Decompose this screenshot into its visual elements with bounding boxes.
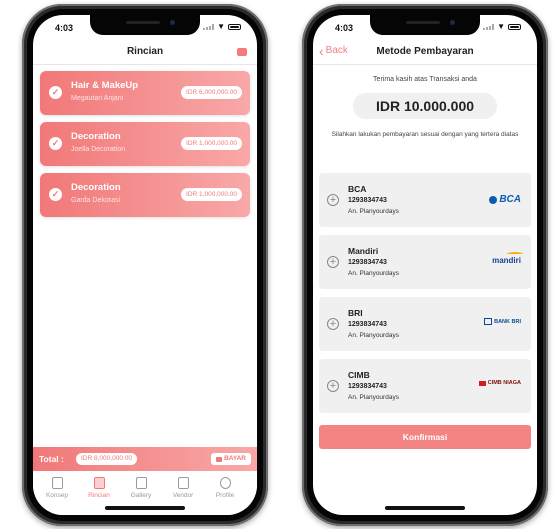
notch xyxy=(90,15,200,35)
bank-logo-text: CIMB NIAGA xyxy=(487,380,521,386)
tab-label: Konsep xyxy=(45,492,69,499)
bri-logo: BANK BRI xyxy=(484,318,521,325)
bank-option-bri[interactable]: + BRI 1293834743 An. Planyourdays BANK B… xyxy=(319,297,531,351)
book-icon xyxy=(51,477,63,489)
expand-plus-icon[interactable]: + xyxy=(327,318,339,330)
total-value: IDR 8,000,000.00 xyxy=(76,453,137,465)
trash-icon xyxy=(177,477,189,489)
thanks-text: Terima kasih atas Transaksi anda xyxy=(373,76,477,83)
bca-logo: BCA xyxy=(489,194,521,205)
pay-button[interactable]: BAYAR xyxy=(211,453,251,465)
item-price: IDR 6,000,000.00 xyxy=(181,86,242,99)
bank-logo-text: BANK BRI xyxy=(494,318,521,325)
bank-name: CIMB xyxy=(348,370,370,380)
item-vendor: Megautari Anjani xyxy=(71,95,124,102)
tab-konsep[interactable]: Konsep xyxy=(35,477,79,499)
expand-plus-icon[interactable]: + xyxy=(327,256,339,268)
phone-metode-pembayaran: 4:03 ▼ ‹ Back Metode Pembayaran Terima k… xyxy=(302,4,548,526)
battery-icon xyxy=(508,24,521,30)
check-icon: ✓ xyxy=(49,86,62,99)
profile-icon xyxy=(219,477,231,489)
home-indicator[interactable] xyxy=(385,506,465,510)
instruction-text: Silahkan lakukan pembayaran sesuai denga… xyxy=(331,131,519,138)
bank-account: 1293834743 xyxy=(348,383,387,390)
bank-account: 1293834743 xyxy=(348,259,387,266)
wallet-icon xyxy=(216,456,223,462)
cimb-mark-icon xyxy=(478,380,486,386)
expand-plus-icon[interactable]: + xyxy=(327,194,339,206)
pay-button-label: BAYAR xyxy=(224,455,246,462)
wifi-icon: ▼ xyxy=(217,22,225,31)
image-icon xyxy=(135,477,147,489)
total-bar: Total : IDR 8,000,000.00 BAYAR xyxy=(33,447,257,471)
rincian-card[interactable]: ✓ Decoration Joella Decoration IDR 1,000… xyxy=(40,122,250,166)
rincian-card[interactable]: ✓ Decoration Garda Dekorasi IDR 1,000,00… xyxy=(40,173,250,217)
expand-plus-icon[interactable]: + xyxy=(327,380,339,392)
bank-holder: An. Planyourdays xyxy=(348,332,399,339)
tab-rincian[interactable]: Rincian xyxy=(77,477,121,499)
tab-profile[interactable]: Profile xyxy=(203,477,247,499)
page-title: Metode Pembayaran xyxy=(376,46,474,57)
bank-list: + BCA 1293834743 An. Planyourdays BCA + … xyxy=(319,173,531,421)
item-title: Decoration xyxy=(71,131,121,142)
bank-account: 1293834743 xyxy=(348,197,387,204)
phone-rincian: 4:03 ▼ Rincian ✓ Hair & MakeUp Megautari… xyxy=(22,4,268,526)
total-label: Total : xyxy=(39,454,64,464)
list-icon xyxy=(93,477,105,489)
confirm-button[interactable]: Konfirmasi xyxy=(319,425,531,449)
mandiri-wave-icon xyxy=(507,252,523,256)
bank-option-mandiri[interactable]: + Mandiri 1293834743 An. Planyourdays ma… xyxy=(319,235,531,289)
total-amount: IDR 10.000.000 xyxy=(353,93,497,119)
bank-holder: An. Planyourdays xyxy=(348,394,399,401)
tab-vendor[interactable]: Vendor xyxy=(161,477,205,499)
signal-icon xyxy=(203,24,215,30)
bank-holder: An. Planyourdays xyxy=(348,270,399,277)
tab-gallery[interactable]: Gallery xyxy=(119,477,163,499)
bank-name: Mandiri xyxy=(348,246,379,256)
screen-rincian: 4:03 ▼ Rincian ✓ Hair & MakeUp Megautari… xyxy=(33,15,257,515)
rincian-list: ✓ Hair & MakeUp Megautari Anjani IDR 6,0… xyxy=(40,71,250,224)
tab-label: Profile xyxy=(215,492,235,499)
tab-label: Rincian xyxy=(88,492,110,499)
status-time: 4:03 xyxy=(335,23,354,33)
bank-option-cimb[interactable]: + CIMB 1293834743 An. Planyourdays CIMB … xyxy=(319,359,531,413)
bank-logo-text: mandiri xyxy=(492,256,521,265)
page-title: Rincian xyxy=(126,46,164,57)
nav-bar: ‹ Back Metode Pembayaran xyxy=(313,39,537,65)
status-icons: ▼ xyxy=(203,22,241,31)
nav-bar: Rincian xyxy=(33,39,257,65)
bri-mark-icon xyxy=(484,318,493,325)
bank-option-bca[interactable]: + BCA 1293834743 An. Planyourdays BCA xyxy=(319,173,531,227)
signal-icon xyxy=(483,24,495,30)
notch xyxy=(370,15,480,35)
check-icon: ✓ xyxy=(49,137,62,150)
bca-mark-icon xyxy=(489,195,498,204)
bank-holder: An. Planyourdays xyxy=(348,208,399,215)
item-title: Hair & MakeUp xyxy=(71,80,139,91)
bank-logo-text: BCA xyxy=(499,194,521,205)
item-vendor: Joella Decoration xyxy=(71,146,126,153)
message-icon[interactable] xyxy=(237,48,247,56)
item-price: IDR 1,000,000.00 xyxy=(181,137,242,150)
item-title: Decoration xyxy=(71,182,121,193)
tab-label: Gallery xyxy=(130,492,152,499)
rincian-card[interactable]: ✓ Hair & MakeUp Megautari Anjani IDR 6,0… xyxy=(40,71,250,115)
check-icon: ✓ xyxy=(49,188,62,201)
bank-account: 1293834743 xyxy=(348,321,387,328)
bank-name: BRI xyxy=(348,308,363,318)
home-indicator[interactable] xyxy=(105,506,185,510)
item-vendor: Garda Dekorasi xyxy=(71,197,121,204)
wifi-icon: ▼ xyxy=(497,22,505,31)
status-time: 4:03 xyxy=(55,23,74,33)
item-price: IDR 1,000,000.00 xyxy=(181,188,242,201)
screen-metode-pembayaran: 4:03 ▼ ‹ Back Metode Pembayaran Terima k… xyxy=(313,15,537,515)
bank-name: BCA xyxy=(348,184,367,194)
tab-label: Vendor xyxy=(172,492,194,499)
status-icons: ▼ xyxy=(483,22,521,31)
cimb-logo: CIMB NIAGA xyxy=(478,380,521,386)
battery-icon xyxy=(228,24,241,30)
mandiri-logo: mandiri xyxy=(492,252,523,265)
